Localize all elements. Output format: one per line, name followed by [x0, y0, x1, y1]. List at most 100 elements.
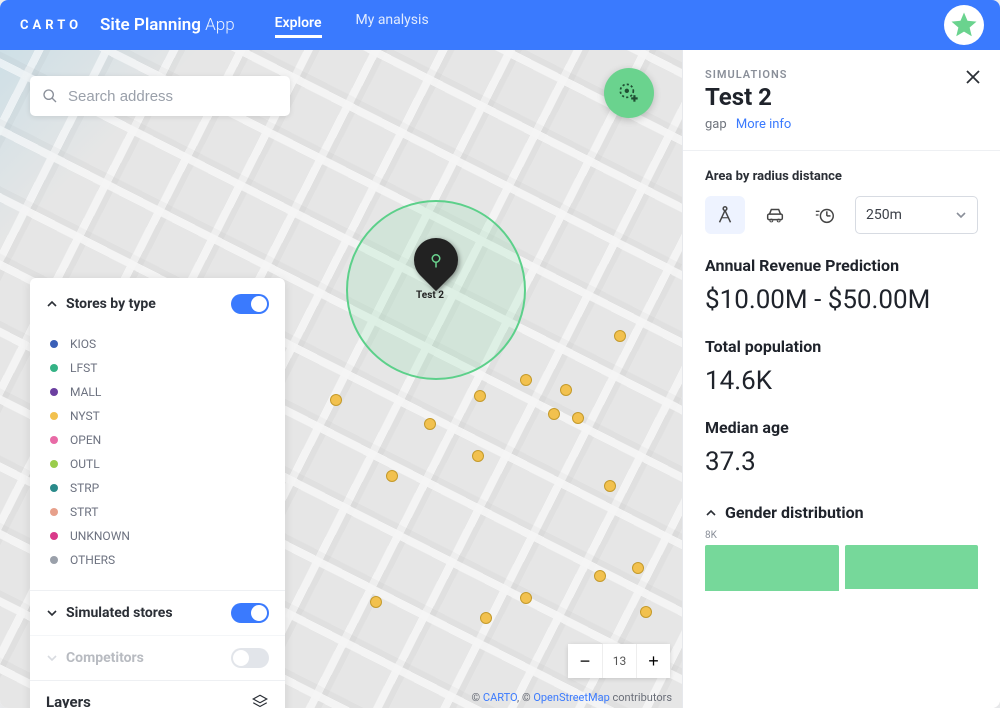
store-dot[interactable]	[640, 606, 652, 618]
store-dot[interactable]	[614, 330, 626, 342]
toggle-competitors[interactable]	[231, 648, 269, 668]
metric-revenue-title: Annual Revenue Prediction	[705, 256, 978, 275]
legend-swatch	[50, 460, 58, 468]
legend-swatch	[50, 340, 58, 348]
legend-label: UNKNOWN	[70, 529, 130, 543]
legend-item[interactable]: KIOS	[50, 332, 265, 356]
link-carto[interactable]: CARTO	[483, 691, 517, 704]
store-dot[interactable]	[520, 374, 532, 386]
mode-time-button[interactable]	[805, 196, 845, 234]
simulation-panel: SIMULATIONS Test 2 gap More info Area by…	[682, 50, 1000, 708]
store-dot[interactable]	[386, 470, 398, 482]
simulation-subtitle: gap	[705, 117, 727, 132]
legend-label: STRT	[70, 505, 98, 519]
zoom-in-button[interactable]: +	[636, 644, 670, 678]
gender-bar	[705, 545, 839, 591]
legend-swatch	[50, 556, 58, 564]
layers-section-stores-by-type[interactable]: Stores by type	[30, 294, 285, 326]
section-label: Simulated stores	[66, 605, 173, 621]
store-dot[interactable]	[330, 394, 342, 406]
simulation-title: Test 2	[705, 83, 978, 111]
legend-item[interactable]: LFST	[50, 356, 265, 380]
metric-pop-value: 14.6K	[705, 366, 978, 396]
legend-swatch	[50, 484, 58, 492]
search-input[interactable]	[68, 88, 278, 105]
link-more-info[interactable]: More info	[736, 117, 791, 132]
layers-icon[interactable]	[251, 693, 269, 708]
compass-icon	[714, 204, 736, 226]
store-dot[interactable]	[474, 390, 486, 402]
simulation-marker[interactable]: Test 2	[414, 238, 458, 301]
legend-swatch	[50, 388, 58, 396]
legend-swatch	[50, 364, 58, 372]
tab-explore[interactable]: Explore	[275, 15, 322, 38]
metric-age-title: Median age	[705, 418, 978, 437]
map-canvas[interactable]: Test 2 Stores by typ	[0, 50, 682, 708]
mode-radius-button[interactable]	[705, 196, 745, 234]
gender-chart	[705, 545, 978, 591]
legend-item[interactable]: MALL	[50, 380, 265, 404]
clock-fast-icon	[814, 204, 836, 226]
store-dot[interactable]	[424, 418, 436, 430]
chevron-down-icon	[46, 652, 58, 664]
store-dot[interactable]	[604, 480, 616, 492]
section-label: Competitors	[66, 650, 144, 666]
gender-section-toggle[interactable]: Gender distribution	[705, 503, 978, 522]
mode-drive-button[interactable]	[755, 196, 795, 234]
store-dot[interactable]	[594, 570, 606, 582]
tab-my-analysis[interactable]: My analysis	[356, 12, 429, 38]
zoom-out-button[interactable]: −	[568, 644, 602, 678]
store-dot[interactable]	[520, 592, 532, 604]
section-label: Stores by type	[66, 296, 156, 312]
marker-label: Test 2	[408, 290, 452, 301]
pin-icon	[427, 251, 445, 269]
store-dot[interactable]	[472, 450, 484, 462]
zoom-level: 13	[602, 644, 636, 678]
area-by-radius-label: Area by radius distance	[705, 169, 978, 184]
chevron-down-icon	[955, 209, 967, 221]
target-add-icon	[616, 80, 642, 106]
store-dot[interactable]	[632, 562, 644, 574]
metric-revenue-value: $10.00M - $50.00M	[705, 285, 978, 315]
toggle-simulated-stores[interactable]	[231, 603, 269, 623]
store-dot[interactable]	[560, 384, 572, 396]
legend-label: KIOS	[70, 337, 96, 351]
legend-item[interactable]: STRP	[50, 476, 265, 500]
legend-item[interactable]: OTHERS	[50, 548, 265, 572]
legend-swatch	[50, 412, 58, 420]
legend-item[interactable]: UNKNOWN	[50, 524, 265, 548]
legend-label: NYST	[70, 409, 100, 423]
legend-item[interactable]: OUTL	[50, 452, 265, 476]
store-dot[interactable]	[370, 596, 382, 608]
legend-swatch	[50, 532, 58, 540]
search-box[interactable]	[30, 76, 290, 116]
gender-bar	[845, 545, 979, 589]
store-dot[interactable]	[480, 612, 492, 624]
layers-section-competitors[interactable]: Competitors	[30, 635, 285, 680]
legend-item[interactable]: STRT	[50, 500, 265, 524]
add-simulation-button[interactable]	[604, 68, 654, 118]
toggle-stores-by-type[interactable]	[231, 294, 269, 314]
store-dot[interactable]	[572, 412, 584, 424]
legend-label: OPEN	[70, 433, 101, 447]
metric-pop-title: Total population	[705, 337, 978, 356]
legend-label: MALL	[70, 385, 101, 399]
legend-item[interactable]: NYST	[50, 404, 265, 428]
close-icon[interactable]	[964, 68, 982, 86]
metric-age-value: 37.3	[705, 447, 978, 477]
avatar[interactable]	[944, 5, 984, 45]
layers-section-simulated-stores[interactable]: Simulated stores	[30, 591, 285, 635]
legend-swatch	[50, 436, 58, 444]
link-osm[interactable]: OpenStreetMap	[533, 691, 609, 704]
panel-section-label: SIMULATIONS	[705, 68, 978, 81]
gender-title: Gender distribution	[725, 503, 864, 522]
star-icon	[949, 10, 979, 40]
radius-select[interactable]: 250m	[855, 196, 978, 234]
legend-label: OUTL	[70, 457, 100, 471]
legend-item[interactable]: OPEN	[50, 428, 265, 452]
store-dot[interactable]	[548, 408, 560, 420]
map-attribution: © CARTO, © OpenStreetMap contributors	[472, 691, 672, 704]
app-title: Site Planning App	[100, 15, 235, 35]
layers-panel: Stores by type KIOS LFST MALL NYST OPEN OUTL S…	[30, 278, 285, 708]
gender-axis-tick: 8K	[705, 530, 978, 541]
